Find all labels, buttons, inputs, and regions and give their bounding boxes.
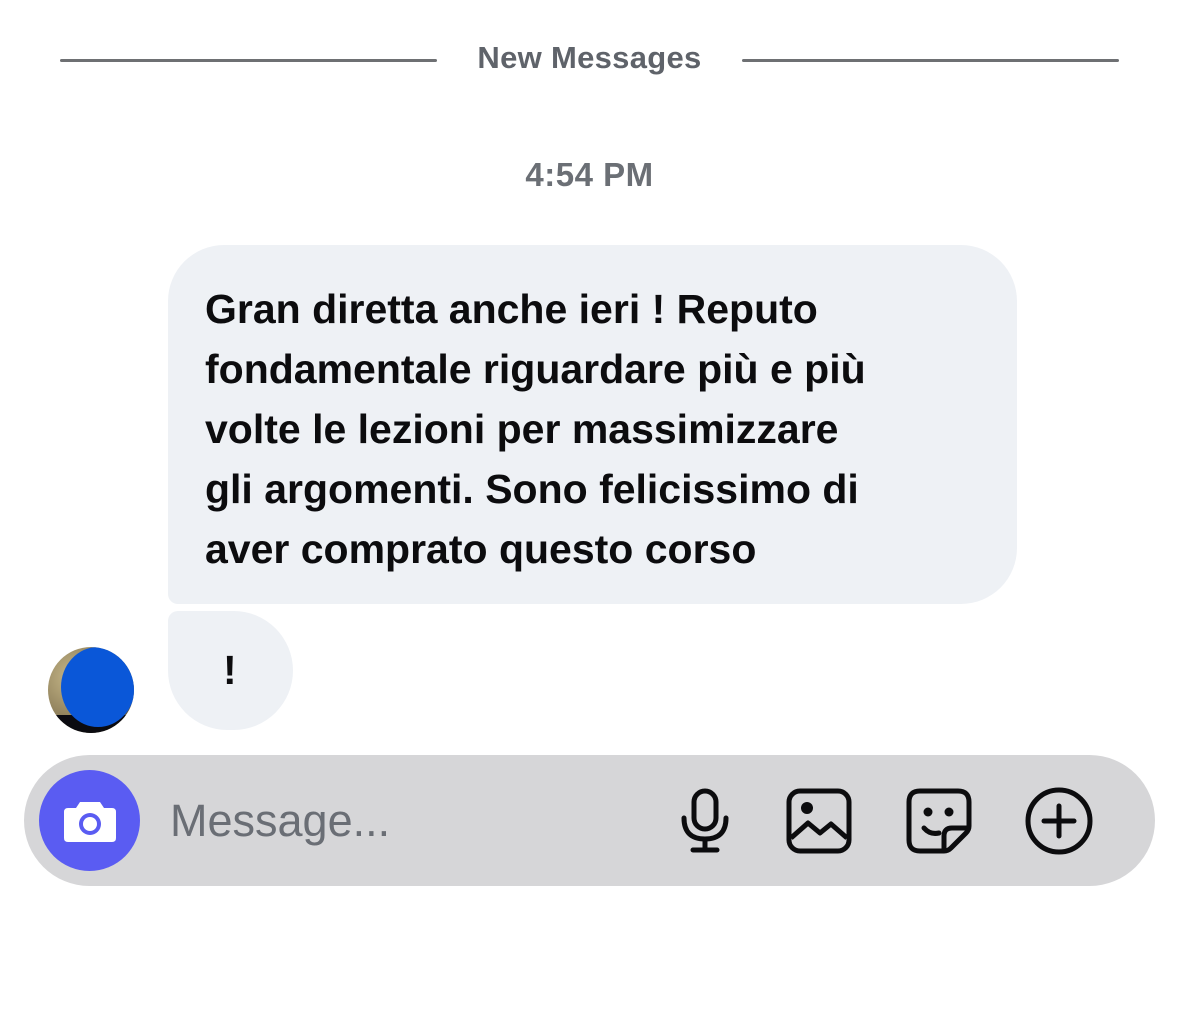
message-text-line: aver comprato questo corso [205,526,757,572]
message-text-line: Gran diretta anche ieri ! Reputo [205,286,818,332]
message-text-line: gli argomenti. Sono felicissimo di [205,466,859,512]
incoming-message-bubble[interactable]: Gran diretta anche ieri ! Reputo fondame… [168,245,1017,604]
divider-line-right [742,59,1119,62]
gallery-button[interactable] [781,783,857,859]
message-text-line: fondamentale riguardare più e più [205,346,866,392]
message-text: ! [223,647,237,693]
avatar[interactable] [48,647,134,733]
microphone-icon [681,788,729,853]
message-input[interactable] [170,783,650,859]
microphone-button[interactable] [667,783,743,859]
divider-line-left [60,59,437,62]
sticker-icon [906,788,972,854]
camera-button[interactable] [39,770,140,871]
message-timestamp: 4:54 PM [525,156,654,193]
incoming-message-bubble-short[interactable]: ! [168,611,293,730]
plus-circle-icon [1025,787,1093,855]
new-messages-divider-label: New Messages [477,40,702,75]
gallery-icon [786,788,852,854]
sticker-button[interactable] [901,783,977,859]
avatar-blue-shape [61,647,134,727]
message-composer [24,755,1155,886]
more-options-button[interactable] [1021,783,1097,859]
message-text-line: volte le lezioni per massimizzare [205,406,839,452]
camera-icon [63,801,116,842]
